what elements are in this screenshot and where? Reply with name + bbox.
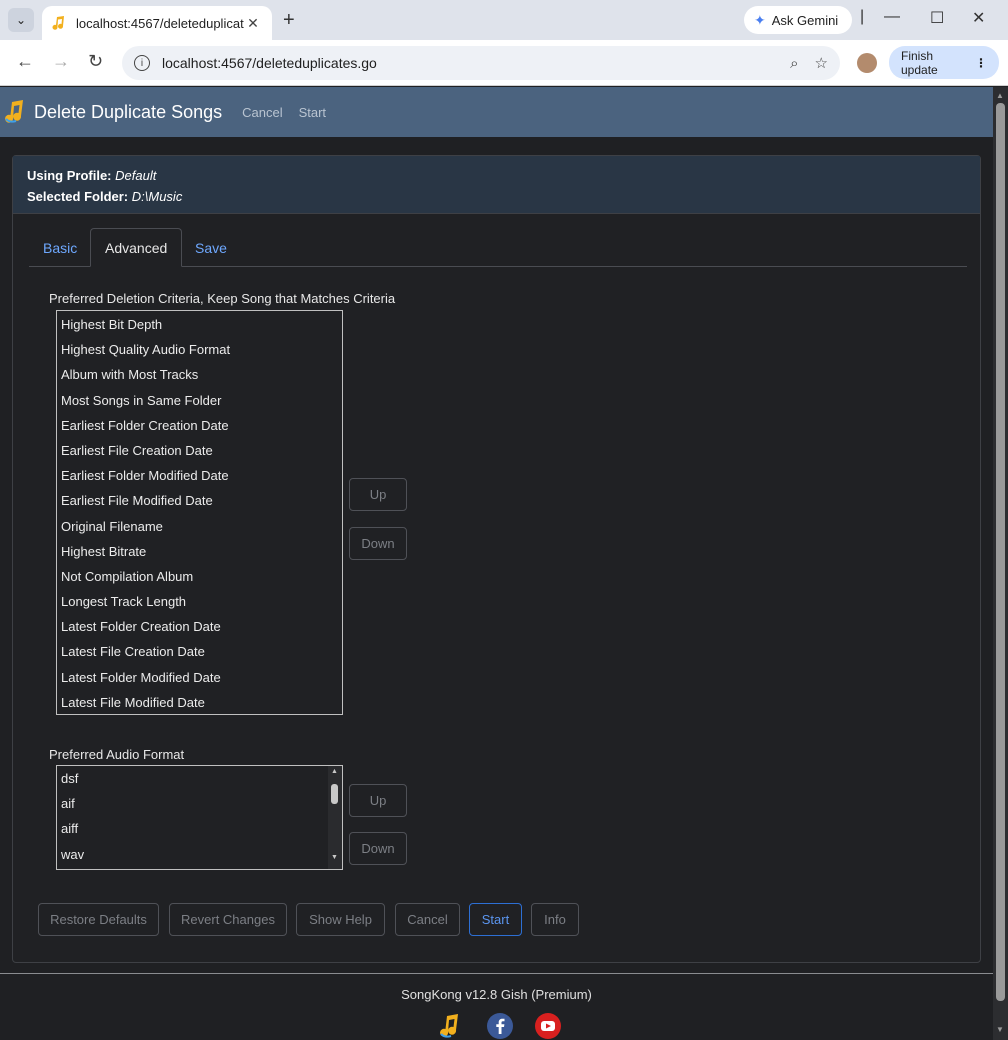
list-scroll-thumb[interactable] [331, 784, 338, 804]
close-window-icon[interactable]: ✕ [972, 8, 985, 28]
criteria-list-item[interactable]: Longest Track Length [57, 589, 342, 614]
criteria-list-item[interactable]: Latest File Modified Date [57, 690, 342, 715]
cancel-button[interactable]: Cancel [395, 903, 460, 936]
browser-tab[interactable]: localhost:4567/deleteduplicates ✕ [42, 6, 272, 40]
url-text[interactable]: localhost:4567/deleteduplicates.go [162, 55, 774, 71]
criteria-list-item[interactable]: Highest Bit Depth [57, 312, 342, 337]
browser-toolbar: ← → ↻ i localhost:4567/deleteduplicates.… [0, 40, 1008, 86]
youtube-icon[interactable] [535, 1013, 561, 1039]
profile-label: Using Profile: [27, 168, 112, 183]
version-text: SongKong v12.8 Gish (Premium) [401, 987, 592, 1002]
criteria-list-item[interactable]: Highest Bitrate [57, 539, 342, 564]
criteria-listbox[interactable]: Highest Bit Depth Highest Quality Audio F… [56, 310, 343, 715]
page-title: Delete Duplicate Songs [34, 101, 223, 122]
tab-basic[interactable]: Basic [29, 228, 91, 267]
reload-icon[interactable]: ↻ [88, 51, 103, 72]
profile-avatar[interactable] [857, 53, 877, 73]
footer-divider [0, 973, 993, 974]
scroll-thumb[interactable] [996, 103, 1005, 1001]
tab-save[interactable]: Save [181, 228, 241, 267]
ask-gemini-button[interactable]: ✦ Ask Gemini [744, 6, 852, 34]
criteria-up-button[interactable]: Up [349, 478, 407, 511]
settings-card: Using Profile: Default Selected Folder: … [12, 155, 981, 963]
close-tab-icon[interactable]: ✕ [244, 15, 262, 32]
forward-arrow-icon[interactable]: → [52, 51, 70, 72]
audio-format-list-item[interactable]: aiff [57, 816, 342, 841]
bookmark-star-icon[interactable]: ☆ [815, 54, 828, 72]
facebook-icon[interactable] [487, 1013, 513, 1039]
criteria-list-item[interactable]: Latest File Creation Date [57, 639, 342, 664]
criteria-list-item[interactable]: Earliest Folder Creation Date [57, 413, 342, 438]
audio-format-list-item[interactable]: dsf [57, 766, 342, 791]
folder-label: Selected Folder: [27, 189, 129, 204]
criteria-down-button[interactable]: Down [349, 527, 407, 560]
info-button[interactable]: Info [531, 903, 579, 936]
more-menu-icon: ⋮ [975, 55, 987, 70]
criteria-list-item[interactable]: Latest Folder Modified Date [57, 665, 342, 690]
audio-format-scrollbar[interactable]: ▲ ▼ [328, 766, 342, 869]
criteria-list-item[interactable]: Not Compilation Album [57, 564, 342, 589]
site-info-icon[interactable]: i [134, 55, 150, 71]
list-scroll-up-arrow[interactable]: ▲ [331, 768, 338, 775]
show-help-button[interactable]: Show Help [296, 903, 385, 936]
tab-advanced[interactable]: Advanced [90, 228, 183, 267]
criteria-list-item[interactable]: Album with Most Tracks [57, 362, 342, 387]
scroll-up-arrow[interactable]: ▲ [996, 91, 1004, 100]
criteria-label: Preferred Deletion Criteria, Keep Song t… [49, 291, 396, 306]
address-bar[interactable]: i localhost:4567/deleteduplicates.go ⌕ ☆ [122, 46, 840, 80]
format-up-button[interactable]: Up [349, 784, 407, 817]
criteria-list-item[interactable]: Most Songs in Same Folder [57, 388, 342, 413]
scroll-down-arrow[interactable]: ▼ [996, 1025, 1004, 1034]
tab-strip: Basic Advanced Save [29, 228, 967, 267]
audio-format-list-item[interactable]: wav [57, 842, 342, 867]
criteria-list-item[interactable]: Original Filename [57, 514, 342, 539]
tab-divider: | [860, 8, 865, 25]
criteria-list-item[interactable]: Earliest Folder Modified Date [57, 463, 342, 488]
minimize-icon[interactable]: — [884, 8, 900, 26]
start-button[interactable]: Start [469, 903, 522, 936]
criteria-list-item[interactable]: Earliest File Creation Date [57, 438, 342, 463]
revert-changes-button[interactable]: Revert Changes [169, 903, 287, 936]
new-tab-button[interactable]: + [283, 9, 295, 32]
criteria-list-item[interactable]: Latest Folder Creation Date [57, 614, 342, 639]
criteria-list-item[interactable]: Earliest File Modified Date [57, 488, 342, 513]
songkong-footer-icon[interactable] [438, 1013, 464, 1039]
app-header: Delete Duplicate Songs Cancel Start [0, 87, 993, 137]
profile-value: Default [115, 168, 157, 183]
folder-value: D:\Music [131, 189, 183, 204]
finish-update-label: Finish update [901, 48, 938, 77]
zoom-icon[interactable]: ⌕ [790, 55, 798, 72]
back-arrow-icon[interactable]: ← [16, 51, 34, 72]
tab-search-button[interactable]: ⌄ [8, 8, 34, 32]
ask-gemini-label: Ask Gemini [771, 12, 839, 28]
criteria-list-item[interactable]: Highest Quality Audio Format [57, 337, 342, 362]
audio-format-list-item[interactable]: aif [57, 791, 342, 816]
chevron-down-icon: ⌄ [15, 13, 27, 27]
browser-tab-bar: ⌄ localhost:4567/deleteduplicates ✕ + ✦ … [0, 0, 1008, 40]
gemini-sparkle-icon: ✦ [754, 11, 766, 28]
list-scroll-down-arrow[interactable]: ▼ [331, 854, 338, 861]
header-cancel-link[interactable]: Cancel [242, 105, 282, 120]
tab-title: localhost:4567/deleteduplicates [76, 15, 244, 31]
songkong-logo-icon [5, 100, 24, 123]
songkong-favicon-icon [52, 16, 64, 30]
restore-defaults-button[interactable]: Restore Defaults [38, 903, 159, 936]
header-start-link[interactable]: Start [299, 105, 326, 120]
audio-format-listbox[interactable]: ▲ ▼ dsf aif aiff wav [56, 765, 343, 870]
profile-info: Using Profile: Default Selected Folder: … [13, 156, 980, 214]
page-scrollbar[interactable]: ▲ ▼ [993, 87, 1008, 1040]
format-down-button[interactable]: Down [349, 832, 407, 865]
maximize-icon[interactable]: ☐ [930, 8, 944, 28]
finish-update-button[interactable]: Finish update ⋮ [889, 46, 999, 79]
audio-format-label: Preferred Audio Format [49, 747, 185, 762]
